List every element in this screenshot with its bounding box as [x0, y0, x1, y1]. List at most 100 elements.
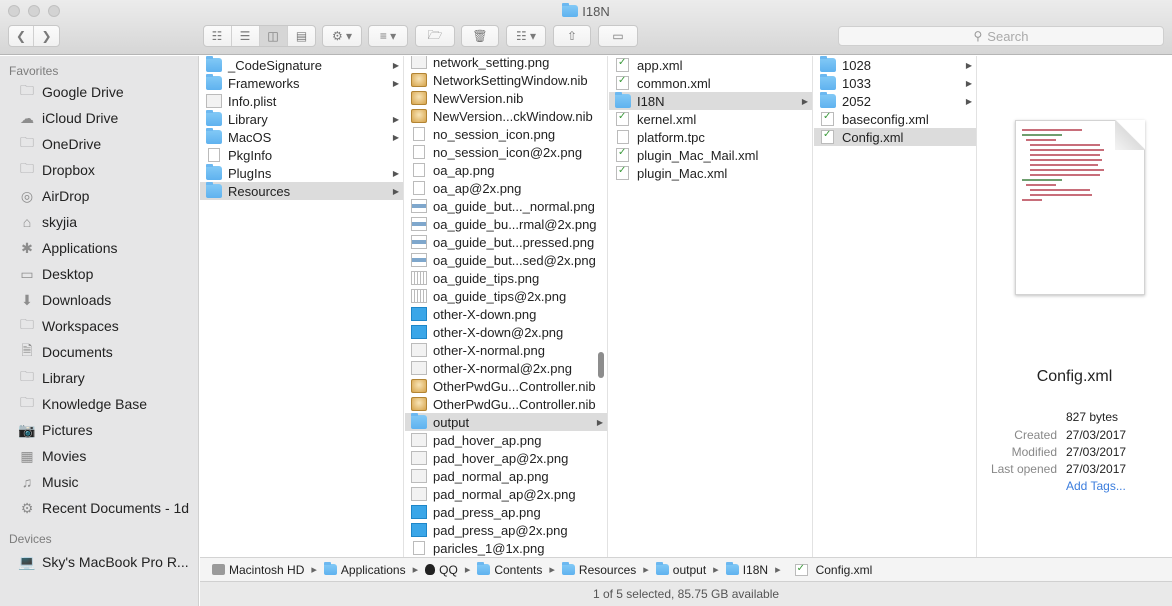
- file-row[interactable]: common.xml: [609, 74, 812, 92]
- back-forward-buttons: ❮ ❯: [8, 25, 60, 47]
- file-row[interactable]: network_setting.png: [405, 56, 607, 71]
- file-row[interactable]: pad_hover_ap.png: [405, 431, 607, 449]
- tags-button[interactable]: ▭: [598, 25, 638, 47]
- column-resources: network_setting.png NetworkSettingWindow.…: [405, 56, 608, 557]
- file-row[interactable]: kernel.xml: [609, 110, 812, 128]
- folder-row[interactable]: MacOS ▶: [200, 128, 403, 146]
- file-row[interactable]: oa_guide_but...pressed.png: [405, 233, 607, 251]
- file-row[interactable]: oa_guide_bu...rmal@2x.png: [405, 215, 607, 233]
- file-row[interactable]: plugin_Mac_Mail.xml: [609, 146, 812, 164]
- forward-button[interactable]: ❯: [34, 26, 59, 46]
- chevron-left-icon: ❮: [15, 29, 27, 43]
- file-row[interactable]: no_session_icon@2x.png: [405, 143, 607, 161]
- list-view-button[interactable]: ☰: [232, 26, 260, 46]
- file-row[interactable]: plugin_Mac.xml: [609, 164, 812, 182]
- folder-row[interactable]: Library ▶: [200, 110, 403, 128]
- file-row[interactable]: pad_hover_ap@2x.png: [405, 449, 607, 467]
- file-row[interactable]: paricles_1@1x.png: [405, 539, 607, 557]
- folder-row[interactable]: Resources ▶: [200, 182, 403, 200]
- path-item[interactable]: Applications: [323, 562, 406, 577]
- file-row[interactable]: oa_guide_but..._normal.png: [405, 197, 607, 215]
- sidebar-item-music[interactable]: ♫ Music: [18, 471, 79, 493]
- file-row[interactable]: NewVersion...ckWindow.nib: [405, 107, 607, 125]
- file-row[interactable]: oa_ap@2x.png: [405, 179, 607, 197]
- file-row[interactable]: OtherPwdGu...Controller.nib: [405, 395, 607, 413]
- icon-view-button[interactable]: ☷: [204, 26, 232, 46]
- action-button[interactable]: ⚙ ▾: [322, 25, 362, 47]
- sidebar: Favorites Devices 🗀 Google Drive ☁ iCloud D…: [0, 56, 199, 606]
- add-tags-link[interactable]: Add Tags...: [1066, 479, 1126, 493]
- sidebar-item-airdrop[interactable]: ◎ AirDrop: [18, 185, 90, 207]
- applications-icon: ✱: [21, 239, 33, 256]
- file-row[interactable]: Info.plist: [200, 92, 403, 110]
- sidebar-item-movies[interactable]: ▦ Movies: [18, 445, 86, 467]
- folder-icon: [206, 74, 222, 90]
- search-field[interactable]: ⚲ Search: [838, 26, 1164, 46]
- file-row[interactable]: pad_press_ap.png: [405, 503, 607, 521]
- file-row[interactable]: OtherPwdGu...Controller.nib: [405, 377, 607, 395]
- folder-row[interactable]: _CodeSignature ▶: [200, 56, 403, 74]
- sidebar-item-applications[interactable]: ✱ Applications: [18, 237, 117, 259]
- folder-row[interactable]: I18N ▶: [609, 92, 812, 110]
- sidebar-item-pictures[interactable]: 📷 Pictures: [18, 419, 92, 441]
- sidebar-item-library[interactable]: 🗀 Library: [18, 367, 85, 389]
- sidebar-item-knowledge-base[interactable]: 🗀 Knowledge Base: [18, 393, 147, 415]
- file-row[interactable]: no_session_icon.png: [405, 125, 607, 143]
- sidebar-item-dropbox[interactable]: 🗀 Dropbox: [18, 159, 95, 181]
- file-row[interactable]: other-X-down.png: [405, 305, 607, 323]
- file-row[interactable]: pad_normal_ap@2x.png: [405, 485, 607, 503]
- file-row[interactable]: baseconfig.xml: [814, 110, 976, 128]
- folder-row[interactable]: PlugIns ▶: [200, 164, 403, 182]
- path-item[interactable]: output: [655, 562, 706, 577]
- file-row[interactable]: platform.tpc: [609, 128, 812, 146]
- path-item[interactable]: Contents: [477, 562, 542, 577]
- file-row[interactable]: pad_press_ap@2x.png: [405, 521, 607, 539]
- devices-header: Devices: [9, 532, 52, 546]
- gallery-view-button[interactable]: ▤: [288, 26, 316, 46]
- sidebar-item-skyjia[interactable]: ⌂ skyjia: [18, 211, 77, 233]
- folder-row[interactable]: Frameworks ▶: [200, 74, 403, 92]
- path-item[interactable]: QQ: [425, 563, 458, 577]
- sidebar-item-downloads[interactable]: ⬇ Downloads: [18, 289, 111, 311]
- folder-row[interactable]: output ▶: [405, 413, 607, 431]
- sidebar-item-onedrive[interactable]: 🗀 OneDrive: [18, 133, 101, 155]
- window-title: I18N: [0, 3, 1172, 19]
- share-button[interactable]: ⇧: [553, 25, 591, 47]
- sidebar-item-icloud-drive[interactable]: ☁ iCloud Drive: [18, 107, 118, 129]
- sidebar-item-documents[interactable]: 🗎 Documents: [18, 341, 112, 363]
- file-row[interactable]: other-X-normal.png: [405, 341, 607, 359]
- sidebar-item-workspaces[interactable]: 🗀 Workspaces: [18, 315, 119, 337]
- file-row[interactable]: PkgInfo: [200, 146, 403, 164]
- sidebar-item-desktop[interactable]: ▭ Desktop: [18, 263, 93, 285]
- file-row[interactable]: pad_normal_ap.png: [405, 467, 607, 485]
- arrange-button[interactable]: ≡ ▾: [368, 25, 408, 47]
- file-row[interactable]: Config.xml: [814, 128, 976, 146]
- file-row[interactable]: other-X-normal@2x.png: [405, 359, 607, 377]
- new-folder-button[interactable]: 🗁: [415, 25, 455, 47]
- file-row[interactable]: other-X-down@2x.png: [405, 323, 607, 341]
- column-view-button[interactable]: ◫: [259, 26, 288, 46]
- sidebar-device-macbook[interactable]: 💻 Sky's MacBook Pro R...: [18, 551, 188, 573]
- sidebar-item-google-drive[interactable]: 🗀 Google Drive: [18, 81, 124, 103]
- column-scrollbar[interactable]: [598, 352, 604, 378]
- group-button[interactable]: ☷ ▾: [506, 25, 546, 47]
- file-row[interactable]: oa_guide_tips.png: [405, 269, 607, 287]
- delete-button[interactable]: 🗑: [461, 25, 499, 47]
- file-row[interactable]: NewVersion.nib: [405, 89, 607, 107]
- file-row[interactable]: oa_ap.png: [405, 161, 607, 179]
- path-item[interactable]: Macintosh HD: [212, 563, 304, 577]
- file-row[interactable]: oa_guide_tips@2x.png: [405, 287, 607, 305]
- file-row[interactable]: NetworkSettingWindow.nib: [405, 71, 607, 89]
- file-row[interactable]: oa_guide_but...sed@2x.png: [405, 251, 607, 269]
- path-item[interactable]: Resources: [561, 562, 636, 577]
- back-button[interactable]: ❮: [9, 26, 34, 46]
- png-icon: [206, 94, 222, 108]
- gallery-icon: ▤: [295, 29, 308, 43]
- folder-row[interactable]: 1033 ▶: [814, 74, 976, 92]
- folder-row[interactable]: 2052 ▶: [814, 92, 976, 110]
- folder-row[interactable]: 1028 ▶: [814, 56, 976, 74]
- path-item[interactable]: Config.xml: [788, 563, 872, 577]
- sidebar-item-recent-documents-1d[interactable]: ⚙ Recent Documents - 1d: [18, 497, 189, 519]
- file-row[interactable]: app.xml: [609, 56, 812, 74]
- path-item[interactable]: I18N: [725, 562, 768, 577]
